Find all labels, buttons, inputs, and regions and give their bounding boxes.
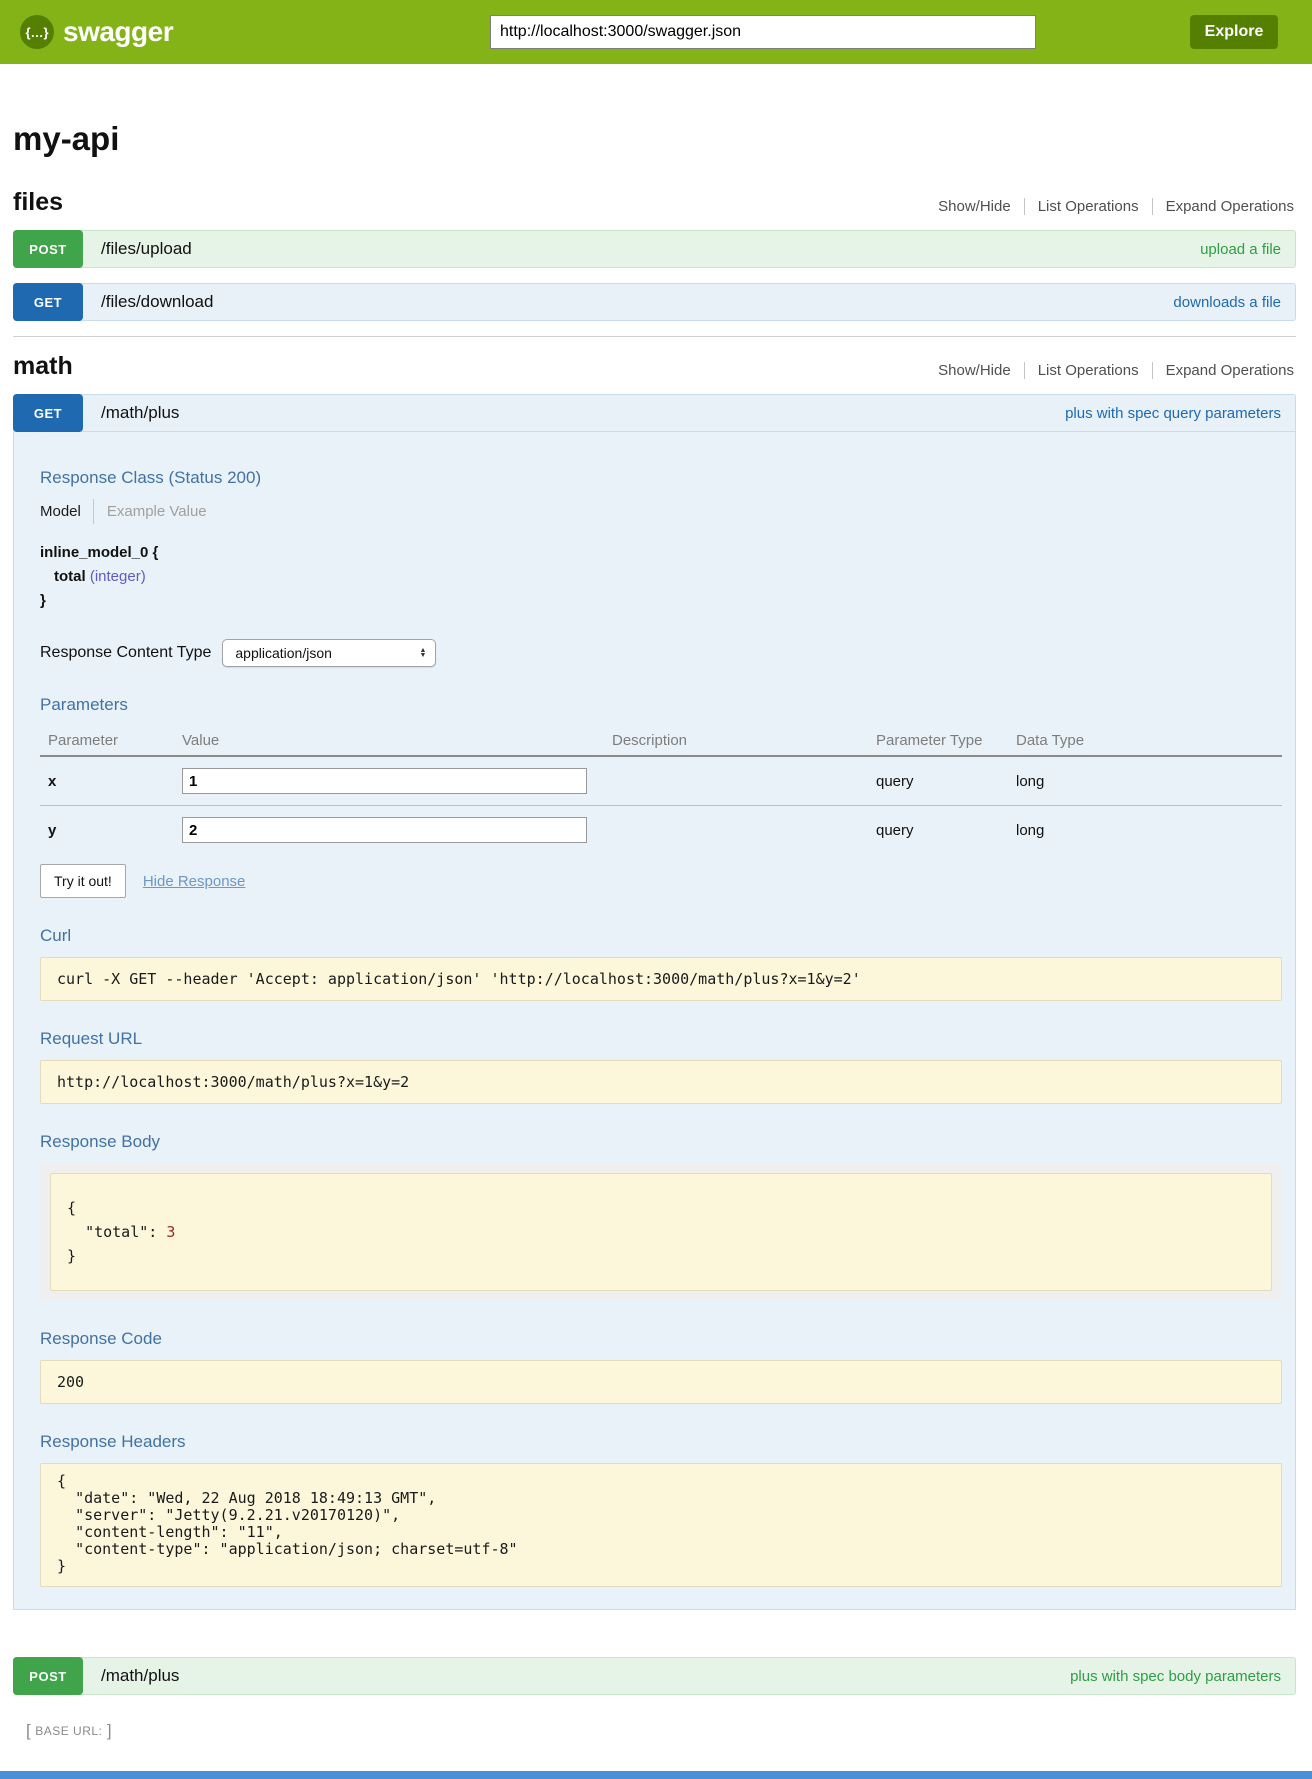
op-row-files-download[interactable]: GET /files/download downloads a file [13, 283, 1296, 321]
section-controls-files: Show/Hide List Operations Expand Operati… [925, 198, 1296, 217]
method-badge-post: POST [13, 1657, 83, 1695]
model-tabs: Model Example Value [40, 499, 1282, 524]
op-summary-math-plus-post[interactable]: plus with spec body parameters [1070, 1668, 1281, 1685]
brand-title: swagger [63, 16, 173, 48]
parameters-heading: Parameters [40, 695, 1282, 715]
param-name-x: x [40, 756, 182, 806]
param-input-y[interactable] [182, 817, 587, 843]
param-description-y [612, 806, 876, 855]
response-body-prefix: { "total": [67, 1199, 166, 1241]
response-content-type-select[interactable]: application/json ▲ ▼ [222, 639, 436, 667]
tab-example-value[interactable]: Example Value [93, 499, 207, 524]
model-property-type: (integer) [90, 568, 146, 585]
api-url-input[interactable] [490, 15, 1036, 49]
response-body-number: 3 [166, 1223, 175, 1241]
col-header-parameter: Parameter [40, 726, 182, 756]
expand-operations-link[interactable]: Expand Operations [1152, 362, 1296, 379]
response-code-value: 200 [40, 1360, 1282, 1404]
op-row-files-upload[interactable]: POST /files/upload upload a file [13, 230, 1296, 268]
tab-model[interactable]: Model [40, 499, 93, 524]
op-path-math-plus-post[interactable]: /math/plus [101, 1666, 179, 1686]
param-data-type-y: long [1016, 806, 1282, 855]
footer-bracket-open: [ [26, 1721, 31, 1740]
param-row-y: y query long [40, 806, 1282, 855]
parameters-table: Parameter Value Description Parameter Ty… [40, 726, 1282, 854]
method-badge-get: GET [13, 394, 83, 432]
op-summary-files-download[interactable]: downloads a file [1173, 294, 1281, 311]
list-operations-link[interactable]: List Operations [1024, 198, 1152, 215]
show-hide-link[interactable]: Show/Hide [925, 198, 1024, 215]
request-url-value: http://localhost:3000/math/plus?x=1&y=2 [40, 1060, 1282, 1104]
hide-response-link[interactable]: Hide Response [143, 873, 246, 890]
op-row-math-plus-post[interactable]: POST /math/plus plus with spec body para… [13, 1657, 1296, 1695]
param-type-y: query [876, 806, 1016, 855]
list-operations-link[interactable]: List Operations [1024, 362, 1152, 379]
expand-operations-link[interactable]: Expand Operations [1152, 198, 1296, 215]
try-it-out-button[interactable]: Try it out! [40, 864, 126, 898]
section-files: files Show/Hide List Operations Expand O… [13, 188, 1296, 321]
section-controls-math: Show/Hide List Operations Expand Operati… [925, 362, 1296, 381]
param-type-x: query [876, 756, 1016, 806]
swagger-brand-link[interactable]: {…} swagger [20, 15, 173, 49]
explore-button[interactable]: Explore [1190, 15, 1278, 49]
base-url-footer: [ BASE URL: ] [26, 1721, 1296, 1741]
model-name: inline_model_0 { [40, 544, 1282, 561]
col-header-data-type: Data Type [1016, 726, 1282, 756]
response-body-suffix: } [67, 1247, 76, 1265]
bottom-blue-bar [0, 1771, 1312, 1779]
param-description-x [612, 756, 876, 806]
section-divider [13, 336, 1296, 337]
page-title: my-api [13, 120, 1296, 158]
param-name-y: y [40, 806, 182, 855]
curl-command: curl -X GET --header 'Accept: applicatio… [40, 957, 1282, 1001]
param-input-x[interactable] [182, 768, 587, 794]
section-title-files: files [13, 188, 63, 217]
curl-heading: Curl [40, 926, 1282, 946]
col-header-parameter-type: Parameter Type [876, 726, 1016, 756]
op-summary-math-plus-get[interactable]: plus with spec query parameters [1065, 405, 1281, 422]
operation-detail-panel: Response Class (Status 200) Model Exampl… [13, 432, 1296, 1610]
response-headers-heading: Response Headers [40, 1432, 1282, 1452]
footer-bracket-close: ] [107, 1721, 112, 1740]
col-header-value: Value [182, 726, 612, 756]
show-hide-link[interactable]: Show/Hide [925, 362, 1024, 379]
method-badge-get: GET [13, 283, 83, 321]
param-data-type-x: long [1016, 756, 1282, 806]
response-class-heading: Response Class (Status 200) [40, 468, 1282, 488]
model-signature: inline_model_0 { total (integer) } [40, 544, 1282, 609]
response-code-heading: Response Code [40, 1329, 1282, 1349]
response-content-type-label: Response Content Type [40, 644, 211, 662]
col-header-description: Description [612, 726, 876, 756]
section-title-math: math [13, 352, 73, 381]
op-path-files-upload[interactable]: /files/upload [101, 239, 192, 259]
header-bar: {…} swagger Explore [0, 0, 1312, 64]
method-badge-post: POST [13, 230, 83, 268]
op-path-files-download[interactable]: /files/download [101, 292, 213, 312]
op-summary-files-upload[interactable]: upload a file [1200, 241, 1281, 258]
footer-base-url-label: BASE URL: [35, 1724, 102, 1738]
section-math: math Show/Hide List Operations Expand Op… [13, 352, 1296, 1695]
response-headers-value: { "date": "Wed, 22 Aug 2018 18:49:13 GMT… [40, 1463, 1282, 1587]
selected-content-type: application/json [235, 645, 332, 661]
op-path-math-plus-get[interactable]: /math/plus [101, 403, 179, 423]
param-row-x: x query long [40, 756, 1282, 806]
model-close-brace: } [40, 592, 1282, 609]
response-body-container: { "total": 3 } [40, 1163, 1282, 1301]
response-body-value: { "total": 3 } [50, 1173, 1272, 1291]
request-url-heading: Request URL [40, 1029, 1282, 1049]
op-row-math-plus-get[interactable]: GET /math/plus plus with spec query para… [13, 394, 1296, 432]
swagger-logo-icon: {…} [20, 15, 54, 49]
model-property-name: total [54, 568, 86, 585]
response-body-heading: Response Body [40, 1132, 1282, 1152]
select-arrows-icon: ▲ ▼ [419, 648, 426, 659]
